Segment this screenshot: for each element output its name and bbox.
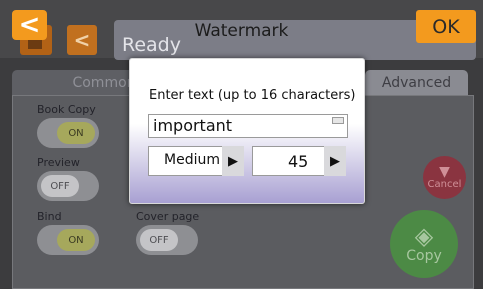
copy-icon: ◈ bbox=[414, 222, 434, 250]
preview-label: Preview bbox=[37, 156, 80, 169]
cover-page-toggle[interactable]: OFF bbox=[136, 225, 198, 255]
copy-label: Copy bbox=[406, 248, 442, 264]
size-arrow-button[interactable]: ▶ bbox=[222, 146, 244, 176]
dialog-prompt: Enter text (up to 16 characters) bbox=[149, 88, 356, 103]
keyboard-icon[interactable] bbox=[332, 117, 344, 124]
copy-button[interactable]: ◈ Copy bbox=[390, 210, 458, 278]
back-button[interactable]: < bbox=[12, 10, 47, 40]
size-value: Medium bbox=[164, 152, 220, 168]
bind-label: Bind bbox=[37, 210, 62, 223]
cancel-button[interactable]: ▼ Cancel bbox=[423, 156, 466, 199]
bind-toggle[interactable]: ON bbox=[37, 225, 99, 255]
back-icon: < bbox=[18, 10, 41, 40]
play-arrow-icon: ▶ bbox=[228, 153, 238, 169]
book-copy-label: Book Copy bbox=[37, 103, 96, 116]
cover-page-label: Cover page bbox=[136, 210, 200, 223]
page-title: Watermark bbox=[194, 21, 289, 41]
preview-toggle[interactable]: OFF bbox=[37, 171, 99, 201]
tab-advanced[interactable]: Advanced bbox=[365, 70, 468, 96]
ok-button[interactable]: OK bbox=[416, 10, 476, 43]
play-arrow-icon: ▶ bbox=[330, 153, 340, 169]
angle-arrow-button[interactable]: ▶ bbox=[324, 146, 346, 176]
cover-page-toggle-knob: OFF bbox=[140, 229, 178, 251]
cancel-label: Cancel bbox=[427, 179, 462, 190]
bind-toggle-knob: ON bbox=[57, 229, 95, 251]
cancel-icon: ▼ bbox=[439, 164, 450, 180]
book-copy-toggle[interactable]: ON bbox=[37, 118, 99, 148]
preview-toggle-knob: OFF bbox=[41, 175, 79, 197]
book-copy-toggle-knob: ON bbox=[57, 122, 95, 144]
angle-value: 45 bbox=[288, 152, 309, 171]
watermark-text-value: important bbox=[153, 116, 233, 135]
